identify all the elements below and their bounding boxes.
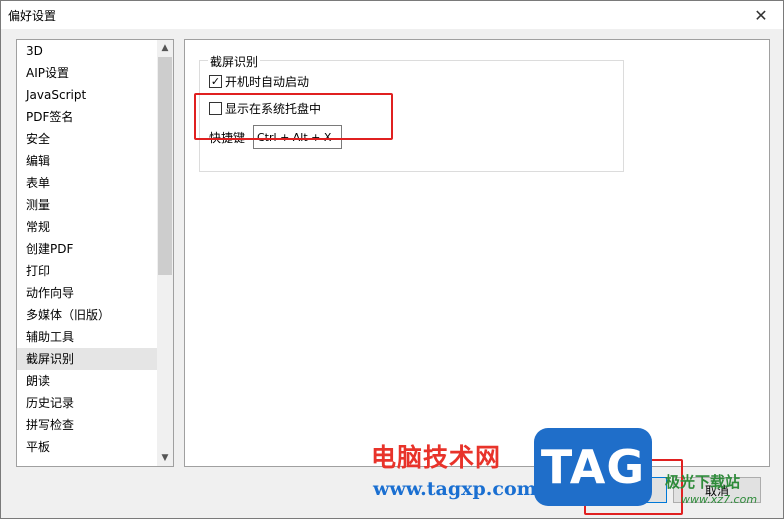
sidebar-item[interactable]: 拼写检查 [17, 414, 157, 436]
category-list-items: 3D AIP设置 JavaScript PDF签名 安全 编辑 表单 测量 常规 创建PDF 打印动… [17, 40, 157, 466]
watermark-tag-logo: TAG [534, 428, 652, 506]
window-title: 偏好设置 [8, 9, 57, 23]
watermark-right-url: www.xz7.com [681, 493, 758, 506]
category-scrollbar[interactable]: ▲ ▼ [157, 40, 173, 466]
sidebar-item[interactable]: 表单 [17, 172, 157, 194]
tray-highlight-annotation [194, 93, 393, 140]
watermark-site-name: 电脑技术网 [371, 443, 502, 472]
scroll-up-icon[interactable]: ▲ [157, 40, 173, 56]
watermark-right-name: 极光下载站 [665, 473, 741, 491]
sidebar-item[interactable]: 3D [17, 40, 157, 62]
preferences-dialog: 偏好设置 ✕ 3D AIP设置 JavaScript PDF签名 安全 编辑 表单 测量 常规创… [0, 0, 784, 519]
scroll-thumb[interactable] [158, 57, 172, 275]
sidebar-item[interactable]: 朗读 [17, 370, 157, 392]
sidebar-item[interactable]: 打印 [17, 260, 157, 282]
sidebar-item[interactable]: 历史记录 [17, 392, 157, 414]
sidebar-item[interactable]: PDF签名 [17, 106, 157, 128]
sidebar-item[interactable]: 测量 [17, 194, 157, 216]
autostart-checkbox-row[interactable]: ✓ 开机时自动启动 [209, 73, 309, 90]
sidebar-item[interactable]: 常规 [17, 216, 157, 238]
autostart-checkbox[interactable]: ✓ [209, 75, 222, 88]
sidebar-item[interactable]: 创建PDF [17, 238, 157, 260]
sidebar-item[interactable]: JavaScript [17, 84, 157, 106]
sidebar-item[interactable]: 截屏识别 [17, 348, 157, 370]
sidebar-item[interactable]: 安全 [17, 128, 157, 150]
scroll-down-icon[interactable]: ▼ [157, 450, 173, 466]
sidebar-item[interactable]: 多媒体（旧版） [17, 304, 157, 326]
sidebar-item[interactable]: 辅助工具 [17, 326, 157, 348]
category-list: 3D AIP设置 JavaScript PDF签名 安全 编辑 表单 测量 常规 创建PDF 打印动… [16, 39, 174, 467]
sidebar-item[interactable]: 平板 [17, 436, 157, 458]
sidebar-item[interactable]: 动作向导 [17, 282, 157, 304]
title-bar: 偏好设置 ✕ [1, 1, 783, 29]
sidebar-item[interactable]: 编辑 [17, 150, 157, 172]
watermark-right: 极光下载站 www.xz7.com [665, 471, 783, 511]
close-icon[interactable]: ✕ [739, 1, 783, 29]
group-title: 截屏识别 [208, 53, 261, 70]
sidebar-item[interactable]: AIP设置 [17, 62, 157, 84]
watermark-site-url: www.tagxp.com [373, 478, 537, 500]
autostart-label: 开机时自动启动 [225, 75, 310, 89]
